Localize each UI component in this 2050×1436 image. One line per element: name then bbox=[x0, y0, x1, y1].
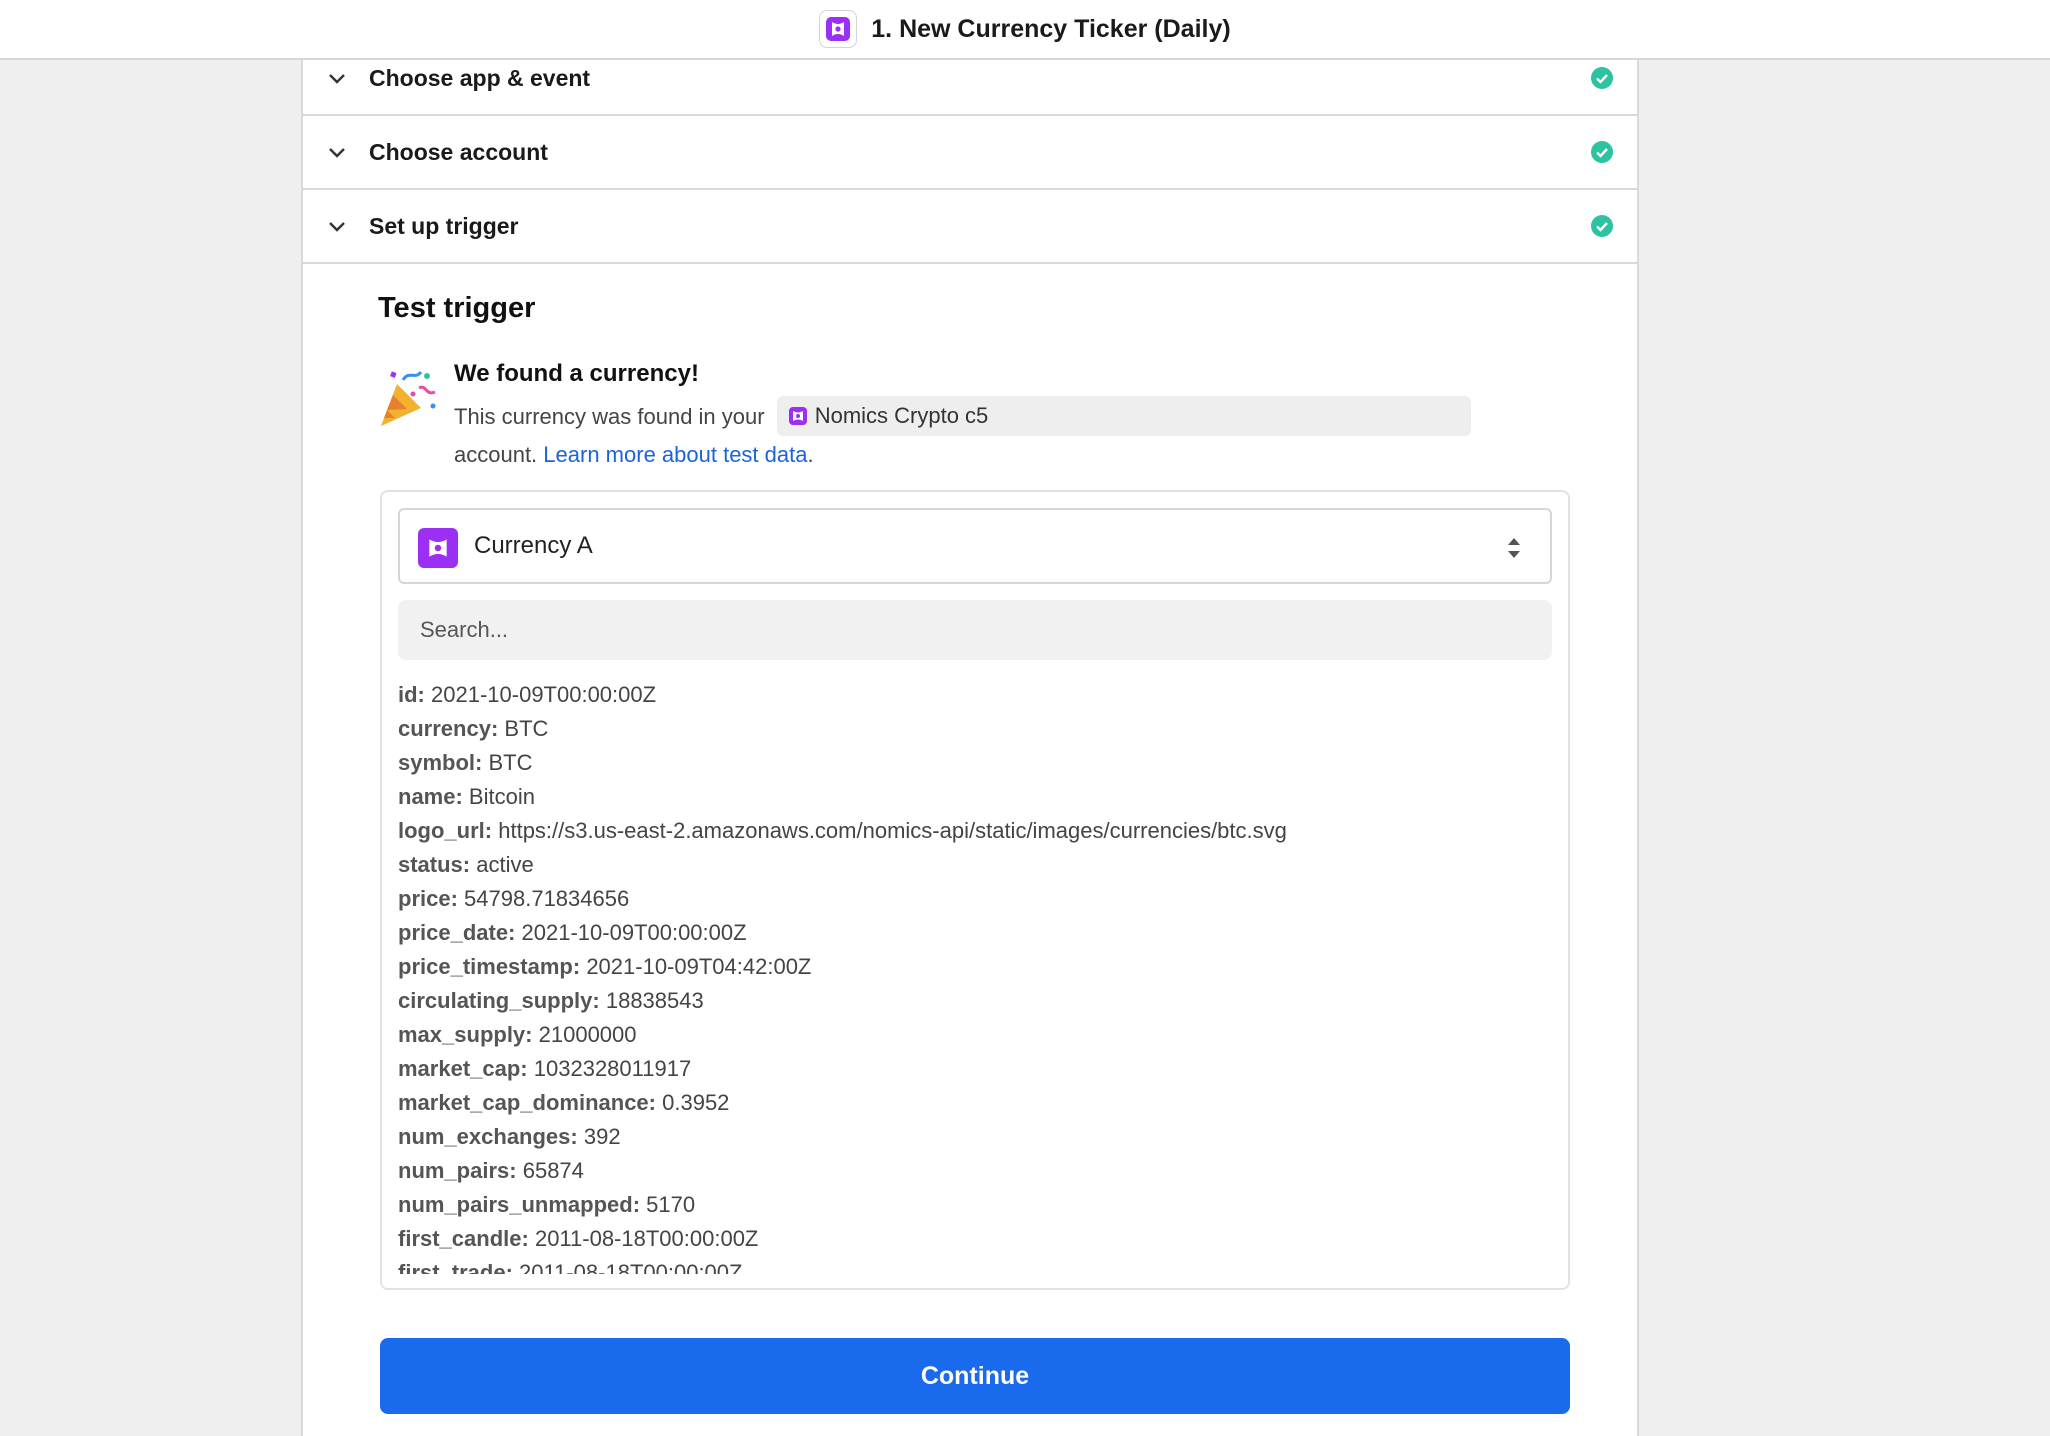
field-value: 2021-10-09T04:42:00Z bbox=[586, 954, 812, 979]
field-value: BTC bbox=[488, 750, 533, 775]
field-row: max_supply: 21000000 bbox=[398, 1018, 1552, 1052]
field-value: 18838543 bbox=[605, 988, 704, 1013]
field-key: num_exchanges: bbox=[398, 1124, 578, 1149]
field-value: 54798.71834656 bbox=[464, 886, 630, 911]
field-key: id: bbox=[398, 682, 425, 707]
field-key: price: bbox=[398, 886, 458, 911]
step-label: Choose account bbox=[369, 138, 548, 165]
step-set-up-trigger[interactable]: Set up trigger bbox=[303, 190, 1637, 264]
chevron-down-icon bbox=[329, 148, 345, 158]
top-header: 1. New Currency Ticker (Daily) bbox=[0, 0, 2050, 60]
field-value: Bitcoin bbox=[468, 784, 535, 809]
field-key: symbol: bbox=[398, 750, 483, 775]
field-key: circulating_supply: bbox=[398, 988, 600, 1013]
chevron-down-icon bbox=[329, 74, 345, 84]
nomics-icon bbox=[418, 528, 458, 568]
field-value: 5170 bbox=[646, 1192, 696, 1217]
field-value: 1032328011917 bbox=[533, 1056, 692, 1081]
step-choose-account[interactable]: Choose account bbox=[303, 116, 1637, 190]
field-row: price_timestamp: 2021-10-09T04:42:00Z bbox=[398, 950, 1552, 984]
chevron-down-icon bbox=[329, 222, 345, 232]
check-circle-icon bbox=[1591, 67, 1613, 89]
found-description: This currency was found in your Nomics C… bbox=[454, 396, 1514, 474]
field-row: first_trade: 2011-08-18T00:00:00Z bbox=[398, 1256, 1552, 1274]
field-value: BTC bbox=[504, 716, 549, 741]
record-select[interactable]: Currency A bbox=[398, 508, 1552, 584]
nomics-icon bbox=[788, 407, 807, 426]
field-row: logo_url: https://s3.us-east-2.amazonaws… bbox=[398, 814, 1552, 848]
nomics-icon bbox=[819, 10, 858, 48]
field-row: num_exchanges: 392 bbox=[398, 1120, 1552, 1154]
field-key: num_pairs_unmapped: bbox=[398, 1192, 641, 1217]
found-suffix: account. bbox=[454, 442, 538, 468]
found-heading: We found a currency! bbox=[454, 360, 699, 387]
field-value: 2011-08-18T00:00:00Z bbox=[519, 1260, 743, 1274]
field-value: 65874 bbox=[522, 1158, 584, 1183]
field-key: market_cap: bbox=[398, 1056, 528, 1081]
field-row: market_cap: 1032328011917 bbox=[398, 1052, 1552, 1086]
test-data-box: Currency A id: 2021-10-09T00:00:00Z curr… bbox=[380, 490, 1570, 1290]
party-popper-icon bbox=[381, 370, 436, 426]
field-row: price: 54798.71834656 bbox=[398, 882, 1552, 916]
field-row: first_candle: 2011-08-18T00:00:00Z bbox=[398, 1222, 1552, 1256]
record-fields-list: id: 2021-10-09T00:00:00Z currency: BTC s… bbox=[398, 678, 1552, 1274]
continue-button[interactable]: Continue bbox=[380, 1338, 1570, 1414]
field-value: 2021-10-09T00:00:00Z bbox=[521, 920, 747, 945]
field-value: 392 bbox=[583, 1124, 621, 1149]
account-name: Nomics Crypto c5 bbox=[814, 403, 989, 429]
field-value: active bbox=[476, 852, 534, 877]
sort-updown-icon bbox=[1508, 538, 1520, 558]
found-prefix: This currency was found in your bbox=[454, 404, 765, 429]
field-row: price_date: 2021-10-09T00:00:00Z bbox=[398, 916, 1552, 950]
field-key: first_trade: bbox=[398, 1260, 513, 1274]
field-key: num_pairs: bbox=[398, 1158, 517, 1183]
zap-step-title: 1. New Currency Ticker (Daily) bbox=[871, 14, 1231, 43]
search-input[interactable] bbox=[398, 600, 1552, 660]
step-label: Choose app & event bbox=[369, 64, 591, 91]
field-key: logo_url: bbox=[398, 818, 493, 843]
field-row: num_pairs: 65874 bbox=[398, 1154, 1552, 1188]
period: . bbox=[807, 442, 814, 468]
field-row: market_cap_dominance: 0.3952 bbox=[398, 1086, 1552, 1120]
step-label: Set up trigger bbox=[369, 212, 519, 239]
step-choose-app-event[interactable]: Choose app & event bbox=[303, 58, 1637, 116]
field-key: price_timestamp: bbox=[398, 954, 581, 979]
field-value: 2011-08-18T00:00:00Z bbox=[534, 1226, 759, 1251]
check-circle-icon bbox=[1591, 215, 1613, 237]
field-row: num_pairs_unmapped: 5170 bbox=[398, 1188, 1552, 1222]
field-key: status: bbox=[398, 852, 471, 877]
field-row: currency: BTC bbox=[398, 712, 1552, 746]
field-key: first_candle: bbox=[398, 1226, 529, 1251]
field-row: name: Bitcoin bbox=[398, 780, 1552, 814]
record-select-value: Currency A bbox=[474, 532, 593, 559]
field-row: id: 2021-10-09T00:00:00Z bbox=[398, 678, 1552, 712]
field-value: 21000000 bbox=[538, 1022, 637, 1047]
account-chip: Nomics Crypto c5 bbox=[776, 396, 1471, 437]
field-key: market_cap_dominance: bbox=[398, 1090, 656, 1115]
learn-more-link[interactable]: Learn more about test data bbox=[543, 442, 807, 467]
field-value: 0.3952 bbox=[662, 1090, 730, 1115]
check-circle-icon bbox=[1591, 141, 1613, 163]
field-key: price_date: bbox=[398, 920, 516, 945]
field-row: status: active bbox=[398, 848, 1552, 882]
field-value: https://s3.us-east-2.amazonaws.com/nomic… bbox=[498, 818, 1287, 843]
field-key: currency: bbox=[398, 716, 499, 741]
field-value: 2021-10-09T00:00:00Z bbox=[431, 682, 657, 707]
field-row: symbol: BTC bbox=[398, 746, 1552, 780]
field-key: max_supply: bbox=[398, 1022, 533, 1047]
field-key: name: bbox=[398, 784, 463, 809]
test-trigger-heading: Test trigger bbox=[378, 292, 536, 324]
step-editor-panel: Choose app & event Choose account Set up… bbox=[301, 58, 1639, 1436]
field-row: circulating_supply: 18838543 bbox=[398, 984, 1552, 1018]
